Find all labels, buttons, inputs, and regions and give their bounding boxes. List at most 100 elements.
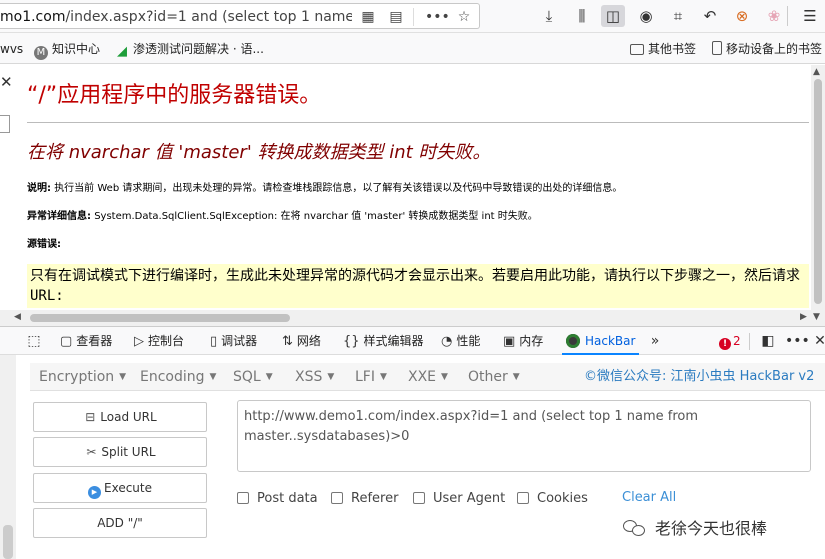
more-tabs-icon[interactable]: »: [645, 331, 665, 351]
menu-icon[interactable]: ☰: [798, 5, 822, 27]
checkbox-box[interactable]: [413, 492, 425, 504]
menu-label: XSS: [295, 369, 323, 385]
menu-encryption[interactable]: Encryption ▼: [39, 369, 126, 385]
tab-label: HackBar: [585, 334, 636, 348]
watermark: 老徐今天也很棒: [623, 515, 767, 543]
tab-memory[interactable]: ▣ 内存: [503, 327, 543, 355]
tab-debugger[interactable]: ▯ 调试器: [210, 327, 257, 355]
sidebar-icon[interactable]: ◫: [601, 5, 625, 27]
bookmark-label: 渗透测试问题解决 · 语...: [133, 42, 264, 56]
extension-icon[interactable]: ⊗: [730, 5, 754, 27]
element-picker-icon[interactable]: ⬚: [24, 331, 44, 351]
folder-icon: [630, 44, 644, 55]
bookmarks-bar: wvs M 知识中心 ◢ 渗透测试问题解决 · 语... 其他书签 移动设备上的书签: [0, 33, 825, 64]
caret-down-icon: ▼: [327, 372, 335, 382]
referer-checkbox[interactable]: Referer: [331, 491, 398, 507]
bookmark-label: 其他书签: [648, 42, 697, 56]
checkbox-label: User Agent: [433, 491, 506, 506]
scroll-thumb[interactable]: [30, 314, 290, 322]
memory-icon: ▣: [503, 334, 516, 349]
menu-xss[interactable]: XSS ▼: [295, 369, 334, 385]
menu-other[interactable]: Other ▼: [468, 369, 520, 385]
devtools-separator: [749, 333, 750, 350]
source-error: 源错误:: [27, 238, 61, 252]
url-textarea[interactable]: http://www.demo1.com/index.aspx?id=1 and…: [237, 400, 811, 472]
load-icon: ⊟: [85, 410, 96, 424]
menu-encoding[interactable]: Encoding ▼: [140, 369, 216, 385]
tab-network[interactable]: ⇅ 网络: [282, 327, 321, 355]
options-icon[interactable]: •••: [785, 331, 810, 351]
qr-icon[interactable]: ▦: [358, 7, 378, 27]
tab-console[interactable]: ▷ 控制台: [134, 327, 184, 355]
tab-performance[interactable]: ◔ 性能: [441, 327, 480, 355]
close-icon[interactable]: ✕: [0, 73, 13, 91]
menu-label: SQL: [233, 369, 261, 385]
browser-toolbar: mo1.com/index.aspx?id=1 and (select top …: [0, 0, 825, 33]
bookmark-other[interactable]: 其他书签: [630, 40, 696, 58]
bookmark-m-icon: M: [34, 46, 48, 60]
url-text[interactable]: mo1.com/index.aspx?id=1 and (select top …: [0, 7, 352, 27]
side-panel-input[interactable]: [0, 115, 10, 133]
account-icon[interactable]: ◉: [634, 5, 658, 27]
post-data-checkbox[interactable]: Post data: [237, 491, 318, 507]
scroll-up-icon[interactable]: ▲: [813, 67, 820, 77]
add-slash-button[interactable]: ADD "/": [33, 508, 207, 538]
button-label: ADD "/": [97, 516, 143, 530]
description-text: 执行当前 Web 请求期间，出现未处理的异常。请检查堆栈跟踪信息，以了解有关该错…: [54, 183, 623, 194]
scroll-thumb[interactable]: [3, 525, 13, 559]
dock-icon[interactable]: ◧: [758, 331, 778, 351]
bookmark-wvs[interactable]: wvs: [0, 40, 23, 58]
scroll-thumb[interactable]: [814, 79, 822, 304]
bookmark-mobile[interactable]: 移动设备上的书签: [712, 40, 822, 58]
caret-down-icon: ▼: [379, 372, 387, 382]
url-bar[interactable]: mo1.com/index.aspx?id=1 and (select top …: [0, 3, 480, 29]
cookies-checkbox[interactable]: Cookies: [517, 491, 588, 507]
tab-label: 调试器: [221, 334, 258, 348]
error-count-badge[interactable]: ! 2: [719, 334, 741, 350]
checkbox-box[interactable]: [237, 492, 249, 504]
checkbox-box[interactable]: [331, 492, 343, 504]
tab-label: 控制台: [148, 334, 185, 348]
clear-all-link[interactable]: Clear All: [622, 490, 676, 506]
scroll-right-icon[interactable]: ▶: [800, 312, 807, 322]
error-title: “/”应用程序中的服务器错误。: [27, 83, 322, 108]
checkbox-label: Referer: [351, 491, 399, 506]
tab-hackbar[interactable]: HackBar: [562, 327, 640, 355]
reader-icon[interactable]: ▤: [386, 7, 406, 27]
bookmark-pentest[interactable]: ◢ 渗透测试问题解决 · 语...: [115, 40, 264, 59]
menu-lfi[interactable]: LFI ▼: [355, 369, 387, 385]
user-agent-checkbox[interactable]: User Agent: [413, 491, 505, 507]
tab-label: 网络: [296, 334, 321, 348]
network-icon: ⇅: [282, 334, 293, 349]
download-icon[interactable]: ⤓: [537, 5, 561, 27]
scroll-down-icon[interactable]: ▼: [813, 312, 820, 322]
split-url-button[interactable]: ✂ Split URL: [33, 437, 207, 467]
bookmark-star-icon[interactable]: ☆: [454, 7, 474, 27]
extension-2-icon[interactable]: ❀: [762, 5, 786, 27]
horizontal-scrollbar[interactable]: ◀ ▶: [0, 310, 811, 326]
more-icon[interactable]: •••: [425, 7, 450, 27]
hackbar-panel: Encryption ▼ Encoding ▼ SQL ▼ XSS ▼ LFI ▼ XXE…: [0, 355, 825, 559]
checkbox-box[interactable]: [517, 492, 529, 504]
menu-xxe[interactable]: XXE ▼: [408, 369, 448, 385]
vertical-scrollbar[interactable]: ▲ ▼: [811, 65, 825, 326]
load-url-button[interactable]: ⊟ Load URL: [33, 402, 207, 432]
menu-label: Other: [468, 369, 508, 385]
source-error-box: 只有在调试模式下进行编译时，生成此未处理异常的源代码才会显示出来。若要启用此功能…: [27, 264, 809, 308]
bookmark-knowledge[interactable]: M 知识中心: [34, 40, 100, 60]
tab-style-editor[interactable]: {} 样式编辑器: [343, 327, 424, 355]
menu-sql[interactable]: SQL ▼: [233, 369, 273, 385]
hackbar-brand: ©微信公众号: 江南小虫虫 HackBar v2: [584, 369, 815, 384]
tab-inspector[interactable]: ▢ 查看器: [60, 327, 112, 355]
close-devtools-icon[interactable]: ✕: [810, 331, 825, 351]
back-icon[interactable]: ↶: [698, 5, 722, 27]
url-host: mo1.com: [0, 9, 66, 25]
left-scrollbar[interactable]: [0, 355, 16, 559]
execute-button[interactable]: ▶ Execute: [33, 473, 207, 503]
source-error-label: 源错误:: [27, 239, 61, 250]
menu-label: XXE: [408, 369, 437, 385]
library-icon[interactable]: ⫼: [570, 5, 594, 27]
performance-icon: ◔: [441, 334, 453, 349]
scroll-left-icon[interactable]: ◀: [14, 312, 21, 322]
screenshot-icon[interactable]: ⌗: [666, 5, 690, 27]
